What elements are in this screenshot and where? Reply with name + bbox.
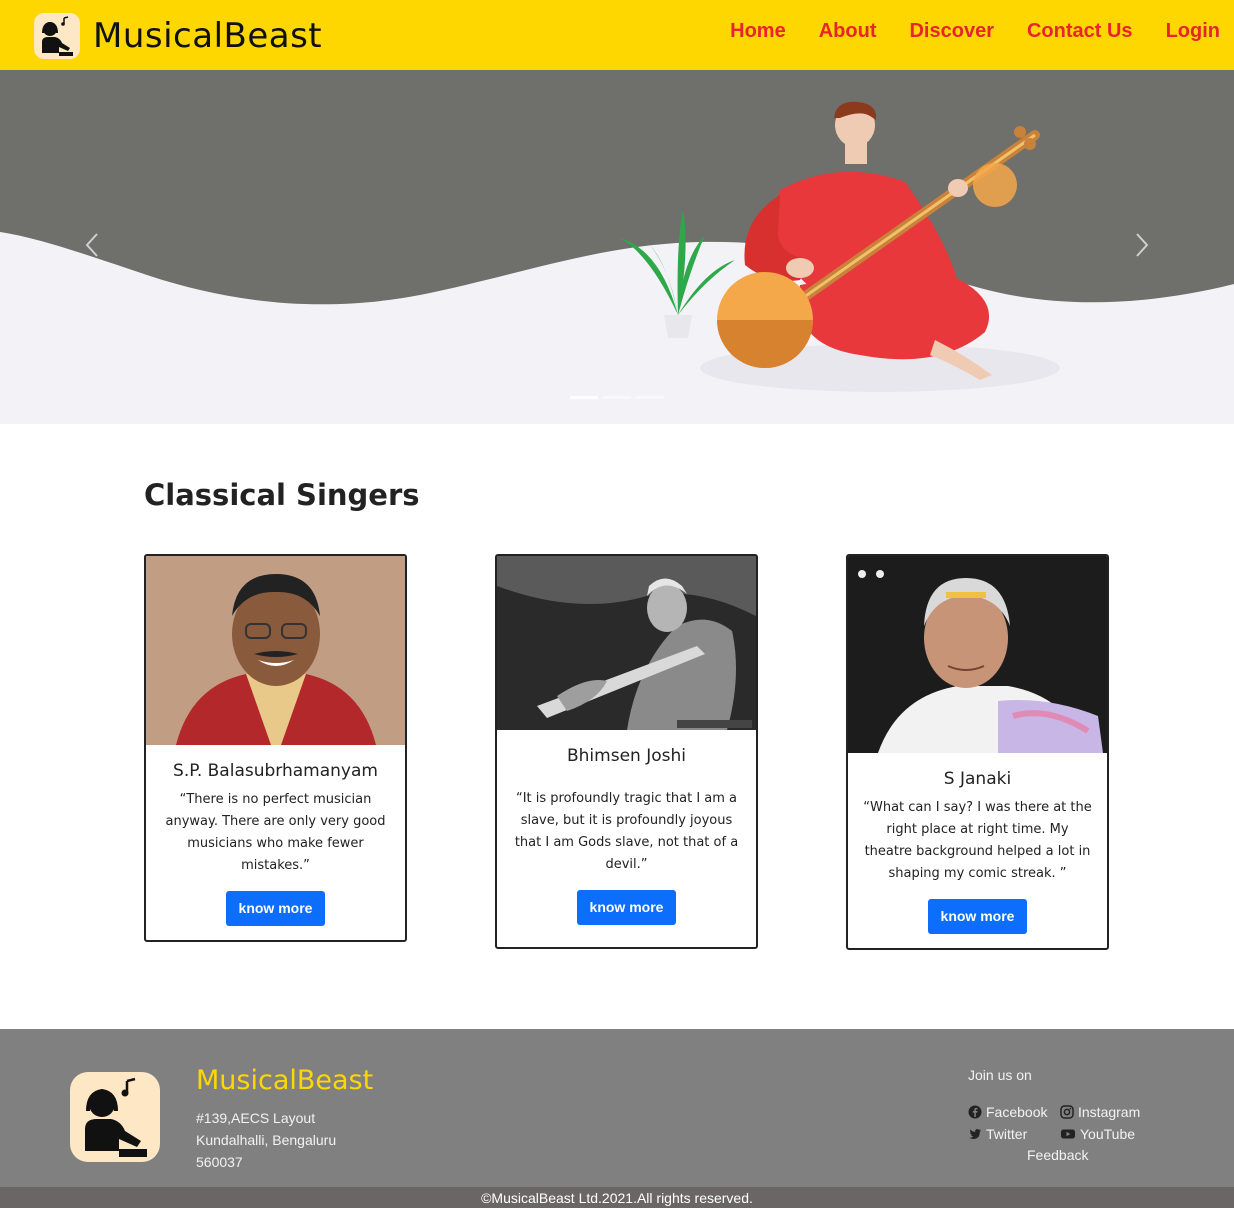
carousel-indicators xyxy=(570,396,669,399)
card-body: S Janaki “What can I say? I was there at… xyxy=(848,769,1107,934)
footer-address: #139,AECS Layout Kundalhalli, Bengaluru … xyxy=(196,1107,336,1173)
main-nav: Home About Discover Contact Us Login xyxy=(697,20,1220,43)
brand[interactable]: MusicalBeast xyxy=(33,12,322,60)
musician-logo-icon xyxy=(34,13,80,59)
footer: MusicalBeast #139,AECS Layout Kundalhall… xyxy=(0,1029,1234,1187)
singer-card: S.P. Balasubrhamanyam “There is no perfe… xyxy=(144,554,407,942)
address-line: 560037 xyxy=(196,1154,243,1170)
chevron-right-icon[interactable] xyxy=(1126,230,1156,260)
facebook-link[interactable]: Facebook xyxy=(968,1104,1047,1120)
youtube-link[interactable]: YouTube xyxy=(1060,1126,1135,1142)
hero-illustration xyxy=(0,70,1234,424)
instagram-link[interactable]: Instagram xyxy=(1060,1104,1140,1120)
singer-card: Bhimsen Joshi “It is profoundly tragic t… xyxy=(495,554,758,949)
twitter-icon xyxy=(969,1129,981,1139)
facebook-icon xyxy=(968,1105,982,1119)
youtube-label: YouTube xyxy=(1080,1126,1136,1142)
singer-quote: “There is no perfect musician anyway. Th… xyxy=(165,792,386,873)
facebook-label: Facebook xyxy=(986,1104,1048,1120)
feedback-link[interactable]: Feedback xyxy=(1027,1147,1088,1163)
navbar: MusicalBeast Home About Discover Contact… xyxy=(0,0,1234,70)
singer-name: S Janaki xyxy=(943,769,1012,789)
instagram-icon xyxy=(1060,1105,1074,1119)
hero-carousel xyxy=(0,70,1234,424)
instagram-label: Instagram xyxy=(1078,1104,1141,1120)
address-line: #139,AECS Layout xyxy=(196,1110,316,1126)
carousel-indicator-3[interactable] xyxy=(636,396,664,399)
carousel-indicator-1[interactable] xyxy=(570,396,598,399)
nav-discover[interactable]: Discover xyxy=(909,20,994,43)
card-body: S.P. Balasubrhamanyam “There is no perfe… xyxy=(146,761,405,926)
singer-quote: “It is profoundly tragic that I am a sla… xyxy=(514,791,739,872)
join-us-label: Join us on xyxy=(968,1067,1032,1083)
singer-name: Bhimsen Joshi xyxy=(567,746,686,766)
chevron-left-icon[interactable] xyxy=(78,230,108,260)
singer-photo xyxy=(848,556,1107,753)
singer-photo xyxy=(146,556,405,745)
nav-login[interactable]: Login xyxy=(1166,20,1220,43)
singer-name: S.P. Balasubrhamanyam xyxy=(173,761,378,781)
nav-contact-us[interactable]: Contact Us xyxy=(1027,20,1133,43)
address-line: Kundalhalli, Bengaluru xyxy=(196,1132,337,1148)
nav-about[interactable]: About xyxy=(819,20,877,43)
know-more-button[interactable]: know more xyxy=(927,899,1028,934)
know-more-button[interactable]: know more xyxy=(576,890,677,925)
musician-logo-icon xyxy=(70,1072,160,1162)
twitter-label: Twitter xyxy=(986,1126,1028,1142)
singer-card: S Janaki “What can I say? I was there at… xyxy=(846,554,1109,950)
brand-name: MusicalBeast xyxy=(93,16,323,56)
carousel-indicator-2[interactable] xyxy=(603,396,631,399)
copyright: ©MusicalBeast Ltd.2021.All rights reserv… xyxy=(0,1187,1234,1208)
twitter-link[interactable]: Twitter xyxy=(968,1126,1027,1142)
know-more-button[interactable]: know more xyxy=(225,891,326,926)
section-title: Classical Singers xyxy=(144,478,420,512)
singer-quote: “What can I say? I was there at the righ… xyxy=(863,800,1092,881)
singer-photo xyxy=(497,556,756,730)
card-body: Bhimsen Joshi “It is profoundly tragic t… xyxy=(497,746,756,925)
youtube-icon xyxy=(1061,1129,1075,1139)
footer-brand: MusicalBeast xyxy=(196,1065,374,1096)
nav-home[interactable]: Home xyxy=(730,20,786,43)
